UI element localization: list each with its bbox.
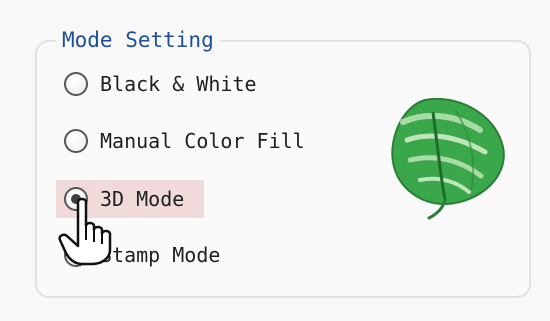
option-label: Stamp Mode [100, 243, 221, 267]
hand-pointer-icon [58, 197, 112, 266]
option-label: Manual Color Fill [100, 129, 305, 153]
mode-setting-title: Mode Setting [56, 24, 220, 56]
option-black-white[interactable]: Black & White [56, 65, 257, 103]
radio-button[interactable] [64, 72, 88, 96]
option-manual-color-fill[interactable]: Manual Color Fill [56, 122, 305, 160]
option-label: Black & White [100, 72, 257, 96]
radio-button[interactable] [64, 129, 88, 153]
leaf-icon [391, 97, 505, 220]
